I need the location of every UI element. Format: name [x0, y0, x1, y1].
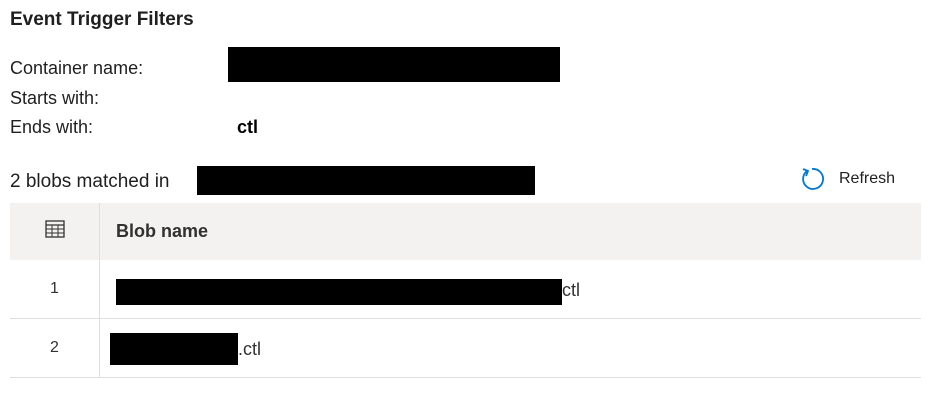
row-index: 1: [10, 260, 100, 318]
blob-name-cell: .ctl: [100, 319, 921, 377]
select-all-column[interactable]: [10, 203, 100, 260]
blob-name-cell: ctl: [100, 260, 921, 318]
table-row[interactable]: 1 ctl: [10, 260, 921, 319]
blob-table: Blob name 1 ctl 2 .ctl: [10, 203, 921, 378]
refresh-icon: [799, 166, 825, 192]
blob-name-suffix: ctl: [562, 280, 580, 300]
redacted-blob-name: [116, 279, 562, 305]
redacted-blob-name: [110, 333, 238, 365]
blobs-matched-text: 2 blobs matched in: [10, 171, 170, 192]
ends-with-value: ctl: [237, 117, 259, 137]
event-trigger-filters-panel: Event Trigger Filters Container name: St…: [0, 0, 934, 398]
blob-name-column-header[interactable]: Blob name: [100, 203, 921, 260]
starts-with-label: Starts with:: [10, 88, 100, 108]
table-header: Blob name: [10, 203, 921, 260]
redacted-container-name: [228, 47, 560, 82]
row-index: 2: [10, 319, 100, 377]
ends-with-label: Ends with:: [10, 117, 94, 137]
section-title: Event Trigger Filters: [10, 9, 194, 30]
redacted-container-path: [197, 166, 535, 195]
blob-name-suffix: .ctl: [238, 339, 262, 359]
container-name-label: Container name:: [10, 58, 144, 78]
refresh-button[interactable]: Refresh: [799, 166, 895, 192]
refresh-label: Refresh: [839, 170, 896, 187]
table-grid-icon: [44, 220, 65, 243]
table-row[interactable]: 2 .ctl: [10, 319, 921, 378]
